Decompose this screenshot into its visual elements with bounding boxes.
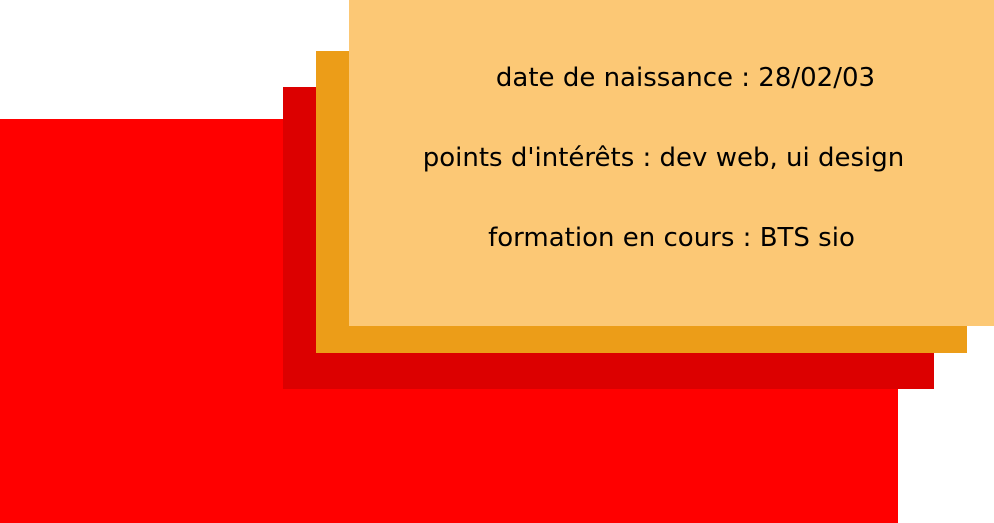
- birthdate-line: date de naissance : 28/02/03: [495, 63, 876, 93]
- education-line: formation en cours : BTS sio: [488, 223, 855, 253]
- info-card: date de naissance : 28/02/03 points d'in…: [349, 0, 994, 326]
- interests-line: points d'intérêts : dev web, ui design: [422, 143, 905, 173]
